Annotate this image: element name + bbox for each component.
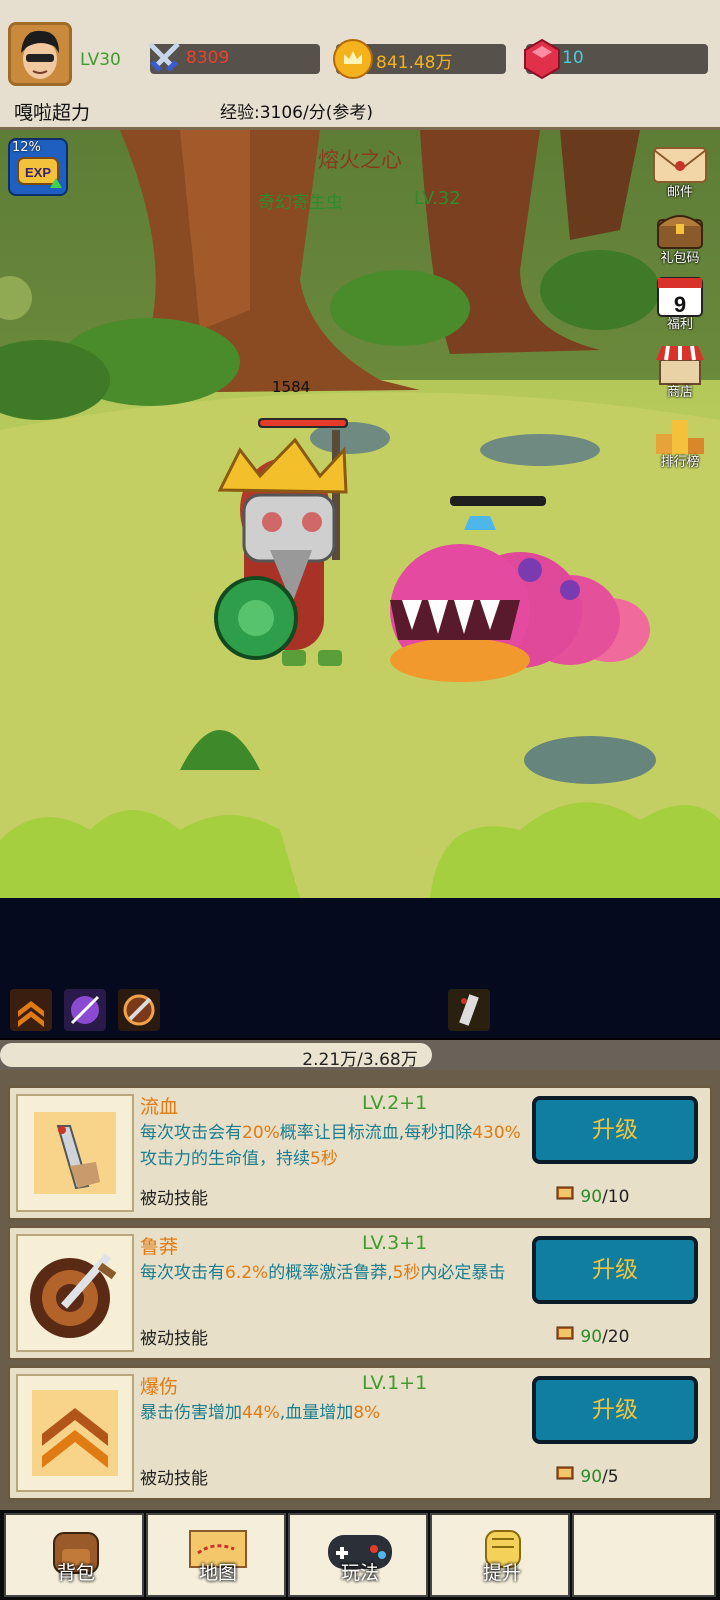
gold-coin-icon <box>333 39 373 79</box>
exp-rate-text: 经验:3106/分(参考) <box>220 103 373 123</box>
treasure-chest-icon <box>657 215 703 249</box>
hero-hp-value: 1584 <box>272 378 311 396</box>
bleed-buff-icon[interactable] <box>448 989 490 1031</box>
skill-type: 被动技能 <box>140 1189 208 1209</box>
bleeding-blade-icon <box>34 1112 116 1194</box>
skill-description: 每次攻击有6.2%的概率激活鲁莽,5秒内必定暴击 <box>140 1263 506 1283</box>
shop-stall-icon <box>656 345 704 385</box>
nav-backpack[interactable]: 背包 <box>4 1513 144 1597</box>
stage-title: 熔火之心 <box>318 148 402 172</box>
skill-list: 流血 LV.2+1 每次攻击会有20%概率让目标流血,每秒扣除430%攻击力的生… <box>0 1070 720 1510</box>
enemy-level: LV.32 <box>414 188 461 209</box>
player-avatar[interactable] <box>8 22 72 86</box>
chevron-buff-icon[interactable] <box>10 989 52 1031</box>
ranking-label: 排行榜 <box>660 455 700 470</box>
skill-type: 被动技能 <box>140 1469 208 1489</box>
skill-book-icon <box>556 1326 574 1340</box>
calendar-icon: 9 <box>657 277 703 317</box>
progress-text: 2.21万/3.68万 <box>302 1050 418 1070</box>
skill-icon-crit-damage <box>16 1374 134 1492</box>
avatar-face-icon <box>11 25 69 83</box>
nav-map[interactable]: 地图 <box>146 1513 286 1597</box>
nav-upgrade[interactable]: 提升 <box>430 1513 570 1597</box>
skill-book-icon <box>556 1186 574 1200</box>
forest-background <box>0 130 720 898</box>
mail-button[interactable]: 邮件 <box>648 140 712 200</box>
crossed-swords-icon <box>148 42 180 72</box>
skill-name: 爆伤 <box>140 1376 179 1398</box>
skill-level: LV.3+1 <box>362 1232 428 1254</box>
bottom-navigation: 背包 地图 玩法 提升 <box>0 1510 720 1600</box>
gem-stat: 10 <box>524 38 708 80</box>
skill-name: 鲁莽 <box>140 1236 179 1258</box>
ranking-button[interactable]: 排行榜 <box>648 410 712 470</box>
nav-empty-slot <box>572 1513 716 1597</box>
skill-card-crit-damage: 爆伤 LV.1+1 暴击伤害增加44%,血量增加8% 被动技能 升级 90/5 <box>8 1366 712 1500</box>
skill-cost: 90/20 <box>555 1324 629 1347</box>
exp-badge-icon: EXP <box>17 157 62 188</box>
attack-value: 8309 <box>186 48 230 68</box>
welfare-label: 福利 <box>666 317 693 332</box>
gift-code-label: 礼包码 <box>660 251 700 266</box>
skill-description: 暴击伤害增加44%,血量增加8% <box>140 1403 381 1423</box>
shop-label: 商店 <box>666 385 693 400</box>
gold-value: 841.48万 <box>376 53 453 73</box>
skill-book-icon <box>556 1466 574 1480</box>
podium-icon <box>656 420 704 454</box>
target-dagger-icon <box>30 1253 117 1338</box>
upgrade-button[interactable]: 升级 <box>532 1096 698 1164</box>
enemy-name: 奇幻寄生虫 <box>258 193 343 213</box>
skill-icon-bleed <box>16 1094 134 1212</box>
skill-name: 流血 <box>140 1096 179 1118</box>
game-screen: { "player": {"name":"嘎啦超力","level":"LV30… <box>0 0 720 1600</box>
magic-shield-buff-icon[interactable] <box>64 989 106 1031</box>
gem-value: 10 <box>562 48 584 68</box>
gift-code-button[interactable]: 礼包码 <box>648 206 712 266</box>
red-gem-icon <box>524 38 560 80</box>
player-name: 嘎啦超力 <box>14 102 91 124</box>
buff-panel <box>0 898 720 1038</box>
exp-boost-percent: 12% <box>12 140 41 155</box>
skill-level: LV.2+1 <box>362 1092 428 1114</box>
nav-gameplay[interactable]: 玩法 <box>288 1513 428 1597</box>
battle-scene: 熔火之心 奇幻寄生虫 LV.32 1584 EXP 12% 邮件 礼包码 9 福… <box>0 130 720 898</box>
skill-description: 每次攻击会有20%概率让目标流血,每秒扣除430%攻击力的生命值，持续5秒 <box>140 1123 521 1169</box>
upgrade-button[interactable]: 升级 <box>532 1236 698 1304</box>
experience-progress-bar: 2.21万/3.68万 <box>0 1040 720 1070</box>
skill-cost: 90/10 <box>555 1184 629 1207</box>
welfare-button[interactable]: 9 福利 <box>648 272 712 332</box>
target-sword-buff-icon[interactable] <box>118 989 160 1031</box>
upgrade-button[interactable]: 升级 <box>532 1376 698 1444</box>
top-status-bar: LV30 嘎啦超力 8309 841.48万 10 经验:3106/分(参考) <box>0 0 720 130</box>
shop-button[interactable]: 商店 <box>648 340 712 400</box>
exp-boost-button[interactable]: EXP 12% <box>8 138 68 196</box>
skill-level: LV.1+1 <box>362 1372 428 1394</box>
envelope-icon <box>653 147 707 183</box>
chevron-up-icon <box>32 1390 118 1476</box>
skill-cost: 90/5 <box>555 1464 619 1487</box>
attack-stat: 8309 <box>148 42 320 74</box>
gold-stat: 841.48万 <box>333 39 506 79</box>
skill-card-reckless: 鲁莽 LV.3+1 每次攻击有6.2%的概率激活鲁莽,5秒内必定暴击 被动技能 … <box>8 1226 712 1360</box>
skill-card-bleed: 流血 LV.2+1 每次攻击会有20%概率让目标流血,每秒扣除430%攻击力的生… <box>8 1086 712 1220</box>
player-level: LV30 <box>80 50 121 70</box>
svg-text:EXP: EXP <box>25 165 51 180</box>
mail-label: 邮件 <box>666 185 693 200</box>
skill-icon-reckless <box>16 1234 134 1352</box>
skill-type: 被动技能 <box>140 1329 208 1349</box>
